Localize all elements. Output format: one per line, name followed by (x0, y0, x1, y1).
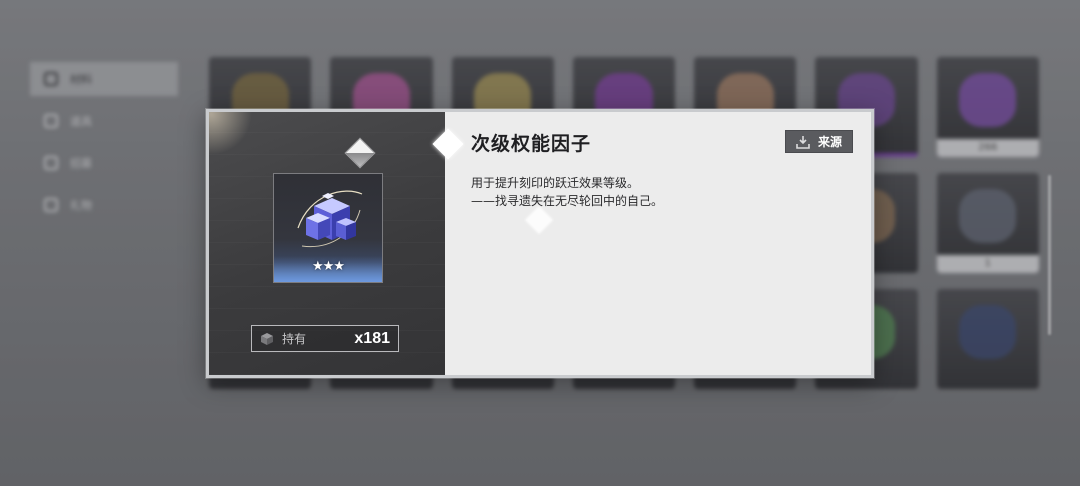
cube-icon (261, 332, 273, 345)
source-button[interactable]: 来源 (785, 130, 853, 153)
source-icon (796, 135, 810, 149)
item-info-panel: 次级权能因子 来源 用于提升刻印的跃迁效果等级。 ——找寻遗失在无尽轮回中的自己… (432, 112, 871, 375)
item-description: 用于提升刻印的跃迁效果等级。 ——找寻遗失在无尽轮回中的自己。 (471, 174, 663, 210)
owned-count: x181 (354, 329, 390, 347)
owned-quantity: 持有 x181 (251, 325, 399, 352)
description-line: 用于提升刻印的跃迁效果等级。 (471, 176, 640, 190)
crystal-cube-icon (297, 190, 363, 248)
item-detail-modal: ★★★ 持有 x181 次级权能因子 来源 用于提升刻印的跃迁效果等级。 ——找… (206, 109, 874, 378)
item-preview-panel: ★★★ 持有 x181 (209, 112, 445, 375)
owned-label: 持有 (282, 332, 307, 346)
item-name: 次级权能因子 (471, 133, 592, 155)
diamond-ornament-icon (344, 137, 376, 169)
rarity-stars: ★★★ (312, 259, 345, 274)
corner-glow (209, 112, 259, 162)
source-button-label: 来源 (817, 135, 842, 149)
sparkle-icon (524, 205, 554, 235)
item-icon-frame: ★★★ (273, 173, 383, 283)
description-line: ——找寻遗失在无尽轮回中的自己。 (471, 194, 664, 208)
